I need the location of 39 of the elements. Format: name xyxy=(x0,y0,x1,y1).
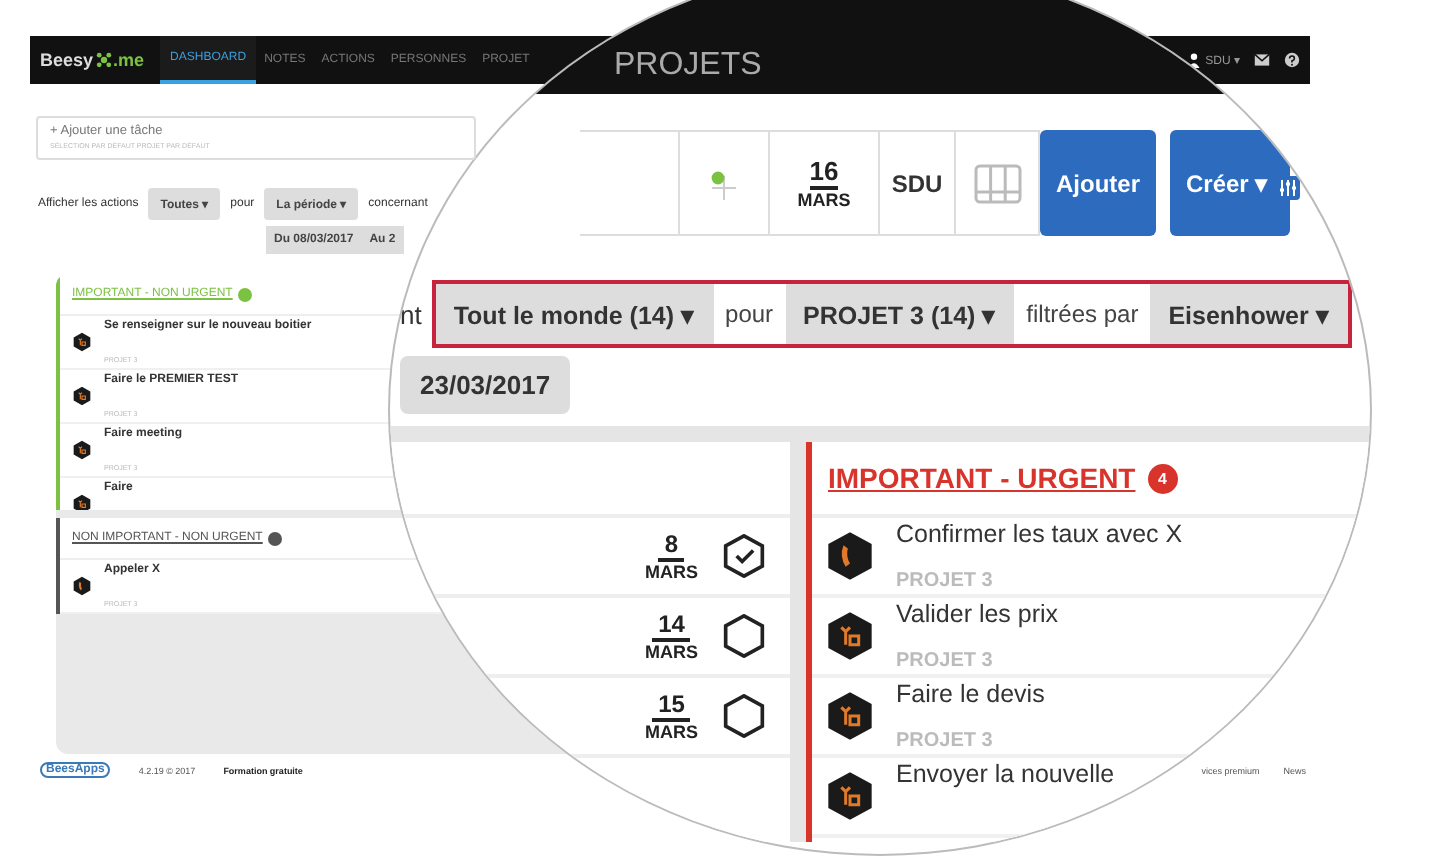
settings-sliders-icon xyxy=(1276,176,1300,200)
phone-hexagon-icon xyxy=(72,576,92,596)
task-hexagon-icon xyxy=(824,690,876,742)
task-title[interactable]: Envoyer la nouvelle xyxy=(896,760,1115,788)
help-icon xyxy=(1284,52,1300,68)
end-date-button[interactable]: 23/03/2017 xyxy=(400,356,571,414)
project-label: PROJET 3 xyxy=(896,570,995,592)
task-title[interactable]: Valider les prix xyxy=(896,600,1059,628)
count-badge: 4 xyxy=(1147,463,1178,493)
filter-dropdown[interactable]: PROJET 3 (14) ▾ xyxy=(785,284,1015,344)
task-hexagon-icon xyxy=(72,494,92,510)
mail-icon xyxy=(1254,52,1270,68)
filter-dropdown[interactable]: Tout le monde (14) ▾ xyxy=(435,284,714,344)
task-hexagon-icon xyxy=(824,610,876,662)
due-date: 14 MARS xyxy=(645,611,698,661)
filter-label: pour xyxy=(723,298,776,332)
header-title: PROJETS xyxy=(614,48,762,84)
columns-icon xyxy=(973,163,1021,203)
filter-label: nt xyxy=(400,299,424,329)
project-label: PROJET 3 xyxy=(896,730,995,752)
phone-hexagon-icon xyxy=(824,530,876,582)
task-hexagon-icon xyxy=(72,440,92,460)
project-label: PROJET 3 xyxy=(896,650,995,672)
task-hexagon-icon xyxy=(824,770,876,822)
beesy-logo: Beesy .me xyxy=(38,48,147,74)
flower-icon xyxy=(95,52,112,68)
group-title-link[interactable]: IMPORTANT - URGENT xyxy=(828,462,1136,494)
task-hexagon-icon xyxy=(72,386,92,406)
due-date: 15 MARS xyxy=(645,691,698,741)
create-button[interactable]: Créer ▾ xyxy=(1170,130,1290,236)
filter-dropdown[interactable]: Eisenhower ▾ xyxy=(1150,284,1348,344)
task-title[interactable]: Confirmer les taux avec X xyxy=(896,520,1183,548)
date-picker-button[interactable]: 16 MARS xyxy=(770,130,880,236)
user-button[interactable]: SDU xyxy=(880,130,956,236)
task-hexagon-icon xyxy=(72,332,92,352)
task-title[interactable]: Faire le devis xyxy=(896,680,1045,708)
filter-label: filtrées par xyxy=(1024,298,1141,332)
due-date: 8 MARS xyxy=(645,531,698,581)
add-button[interactable]: Ajouter xyxy=(1040,130,1156,236)
